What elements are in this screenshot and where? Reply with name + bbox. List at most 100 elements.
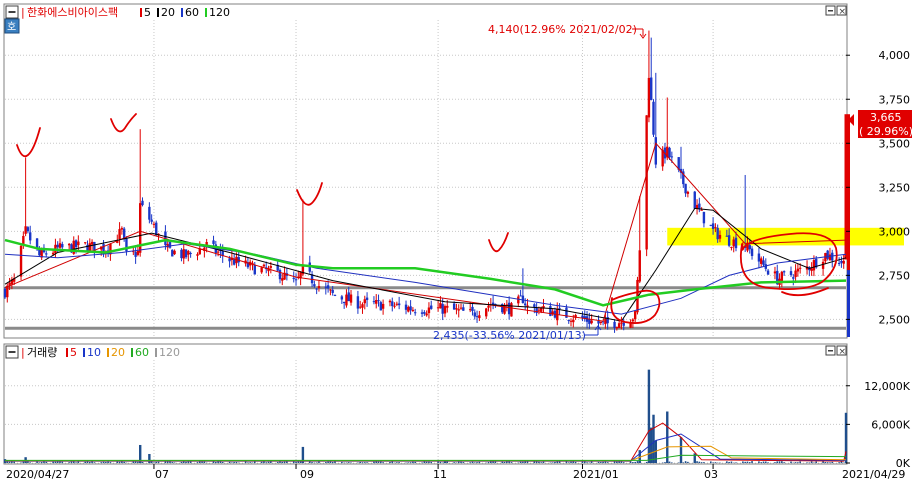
volume-bar (55, 462, 57, 463)
candle-body (189, 253, 191, 254)
candle-body (121, 228, 123, 229)
volume-bar (799, 461, 801, 463)
volume-bar (430, 462, 432, 463)
candle-body (794, 271, 796, 277)
candle-body (75, 240, 77, 247)
candle-body (91, 242, 93, 245)
volume-bar (680, 437, 682, 463)
candle-body (315, 289, 317, 290)
candle-body (843, 261, 845, 264)
candle-body (366, 298, 368, 300)
candle-body (474, 312, 476, 316)
volume-bar (637, 461, 639, 463)
candle-body (810, 268, 812, 271)
candle-body (462, 307, 464, 310)
candle-body (148, 207, 150, 220)
legend-swatch (181, 8, 183, 17)
candle-body (524, 304, 526, 306)
volume-bar (236, 462, 238, 463)
legend-swatch (83, 348, 85, 357)
volume-bar (380, 462, 382, 463)
candle-body (728, 235, 730, 246)
volume-bar (13, 462, 15, 463)
candle-body (758, 254, 760, 262)
volume-bar (710, 461, 712, 463)
volume-bar (229, 462, 231, 463)
candle-body (650, 78, 652, 100)
candle-body (558, 308, 560, 309)
candle-body (441, 304, 443, 314)
volume-bar (790, 462, 792, 463)
volume-bar (479, 462, 481, 463)
volume-bar (421, 462, 423, 463)
volume-bar (281, 462, 283, 463)
candle-body (396, 304, 398, 305)
volume-bar (105, 462, 107, 463)
volume-bar (605, 462, 607, 463)
svg-text:×: × (839, 7, 847, 17)
candle-body (118, 229, 120, 239)
volume-bar (75, 462, 77, 463)
current-price: 3,665 (870, 111, 902, 124)
volume-bar (501, 462, 503, 463)
candle-body (476, 316, 478, 317)
volume-bar (325, 462, 327, 463)
candle-body (260, 267, 262, 272)
candle-body (414, 312, 416, 313)
candle-body (357, 296, 359, 308)
volume-bar (616, 462, 618, 463)
candle-body (655, 137, 657, 164)
candle-body (668, 148, 670, 157)
volume-bar (155, 462, 157, 463)
volume-bar (52, 462, 54, 463)
candle-body (141, 201, 143, 205)
candle-body (89, 243, 91, 251)
legend-swatch (155, 348, 157, 357)
volume-bar (822, 461, 824, 463)
volume-bar (359, 462, 361, 463)
candle-body (517, 297, 519, 304)
candle-body (781, 272, 783, 281)
candle-body (341, 296, 343, 299)
volume-bar (373, 462, 375, 463)
volume-bar (201, 462, 203, 463)
volume-bar (598, 462, 600, 463)
volume-bar (474, 462, 476, 463)
volume-bar (646, 462, 648, 463)
candle-body (735, 238, 737, 248)
candle-body (829, 254, 831, 259)
volume-bar (158, 462, 160, 463)
legend-swatch (66, 348, 68, 357)
candle-body (710, 225, 712, 226)
candle-body (519, 295, 521, 296)
volume-bar (747, 462, 749, 463)
volume-bar (806, 462, 808, 463)
volume-bar (632, 462, 634, 463)
volume-bar (623, 462, 625, 463)
volume-bar (107, 462, 109, 463)
candle-body (45, 253, 47, 254)
candle-body (254, 265, 256, 275)
volume-bar (776, 461, 778, 463)
candle-body (233, 259, 235, 265)
volume-bar (293, 461, 295, 463)
candle-body (696, 205, 698, 209)
volume-bar (94, 462, 96, 463)
candle-body (604, 319, 606, 324)
legend-stock-name: 한화에스비아이스팩 (27, 6, 118, 19)
chart-canvas: | 한화에스비아이스팩 52060120 × 호 | 거래량 510206012… (0, 0, 912, 482)
volume-bar (495, 462, 497, 463)
volume-bar (838, 462, 840, 463)
candle-body (345, 295, 347, 306)
chart-tool-icon[interactable]: 호 (5, 19, 19, 33)
volume-bar (453, 462, 455, 463)
price-tick-label: 3,250 (879, 181, 911, 194)
candle-body (797, 269, 799, 272)
volume-bar (171, 462, 173, 463)
volume-bar (249, 462, 251, 463)
volume-bar (327, 462, 329, 463)
volume-bar (181, 462, 183, 463)
legend-label: 5 (144, 6, 151, 19)
volume-bar (829, 462, 831, 463)
candle-body (485, 308, 487, 316)
